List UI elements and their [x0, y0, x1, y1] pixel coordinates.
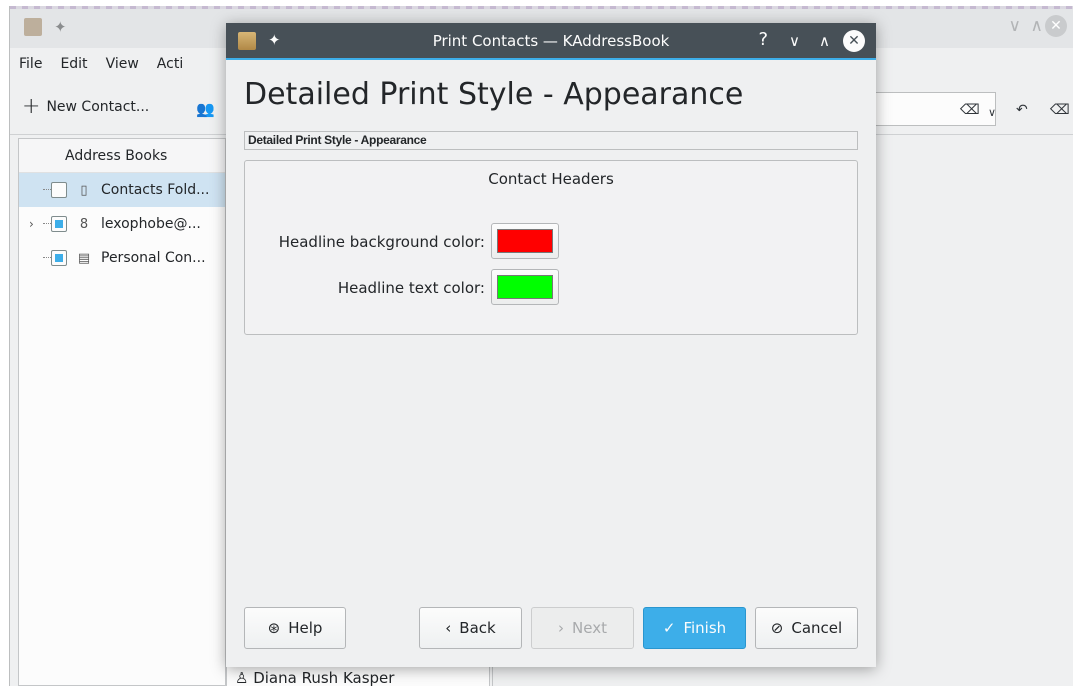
address-book-label: Personal Con...	[101, 250, 206, 266]
headline-text-color-button[interactable]	[491, 269, 559, 305]
address-books-panel: Address Books ▯ Contacts Fold... › 8 lex…	[18, 138, 226, 686]
chevron-left-icon: ‹	[445, 619, 452, 637]
address-book-item[interactable]: › 8 lexophobe@...	[19, 207, 225, 241]
search-dropdown-icon[interactable]: ∨	[988, 106, 996, 119]
undo-icon[interactable]: ↶	[1016, 102, 1028, 118]
finish-button[interactable]: ✓ Finish	[643, 607, 746, 649]
app-icon	[24, 18, 42, 36]
page-subtitle-bar: Detailed Print Style - Appearance	[244, 131, 858, 150]
menu-edit[interactable]: Edit	[51, 50, 96, 78]
clear-search-icon[interactable]: ⌫	[960, 102, 980, 118]
headline-bg-color-button[interactable]	[491, 223, 559, 259]
menu-file[interactable]: File	[10, 50, 51, 78]
help-lifebuoy-icon: ⊛	[267, 619, 281, 637]
expand-arrow-icon[interactable]: ›	[29, 217, 34, 231]
tree-line	[43, 189, 51, 190]
tree-line	[43, 257, 51, 258]
print-contacts-dialog: ✦ Print Contacts — KAddressBook ? ∨ ∧ ✕ …	[226, 23, 876, 667]
tree-line	[43, 223, 51, 224]
help-label: Help	[288, 619, 323, 637]
menu-action[interactable]: Acti	[148, 50, 192, 78]
help-question-icon[interactable]: ?	[758, 29, 768, 50]
headline-bg-color-swatch	[497, 229, 553, 253]
close-icon[interactable]: ✕	[1045, 15, 1067, 37]
checkmark-icon: ✓	[662, 619, 676, 637]
next-label: Next	[572, 619, 607, 637]
dialog-titlebar: ✦ Print Contacts — KAddressBook ? ∨ ∧ ✕	[226, 23, 876, 60]
headline-text-color-label: Headline text color:	[337, 279, 485, 297]
address-book-label: Contacts Fold...	[101, 182, 210, 198]
new-contact-label: New Contact...	[46, 99, 150, 115]
headline-bg-color-label: Headline background color:	[278, 233, 485, 251]
google-icon: 8	[79, 216, 89, 232]
titlebar-accent	[226, 58, 876, 60]
address-book-item[interactable]: ▤ Personal Con...	[19, 241, 225, 275]
dialog-title: Print Contacts — KAddressBook	[432, 32, 670, 50]
headline-text-color-swatch	[497, 275, 553, 299]
cancel-circle-icon: ⊘	[770, 619, 784, 637]
address-book-checkbox[interactable]	[51, 250, 67, 266]
menu-view[interactable]: View	[97, 50, 148, 78]
cancel-button[interactable]: ⊘ Cancel	[755, 607, 858, 649]
contact-headers-group: Contact Headers Headline background colo…	[244, 160, 858, 335]
minimize-icon[interactable]: ∨	[789, 32, 800, 50]
address-book-checkbox[interactable]	[51, 182, 67, 198]
minimize-icon[interactable]: ∨	[1009, 16, 1021, 36]
clear-icon[interactable]: ⌫	[1050, 102, 1070, 118]
titlebar-edge	[10, 6, 1073, 9]
contact-name: Diana Rush Kasper	[253, 669, 395, 686]
help-button[interactable]: ⊛ Help	[244, 607, 346, 649]
close-icon[interactable]: ✕	[843, 30, 865, 52]
folder-icon: ▯	[80, 182, 88, 198]
addressbook-icon: ▤	[77, 250, 91, 266]
maximize-icon[interactable]: ∧	[1031, 16, 1043, 36]
plus-icon: +	[22, 94, 41, 119]
pin-icon[interactable]: ✦	[54, 18, 67, 36]
maximize-icon[interactable]: ∧	[819, 32, 830, 50]
person-icon: ♙	[235, 669, 254, 686]
address-book-item[interactable]: ▯ Contacts Fold...	[19, 173, 225, 207]
group-title: Contact Headers	[488, 170, 614, 188]
contact-list-item[interactable]: ♙ Diana Rush Kasper	[226, 666, 490, 686]
cancel-label: Cancel	[791, 619, 843, 637]
finish-label: Finish	[683, 619, 727, 637]
back-label: Back	[459, 619, 496, 637]
next-button[interactable]: › Next	[531, 607, 634, 649]
new-group-icon[interactable]: 👥	[196, 100, 215, 118]
address-books-header: Address Books	[19, 139, 225, 173]
new-contact-button[interactable]: + New Contact...	[22, 94, 150, 119]
page-title: Detailed Print Style - Appearance	[244, 77, 744, 112]
back-button[interactable]: ‹ Back	[419, 607, 522, 649]
chevron-right-icon: ›	[558, 619, 565, 637]
menubar: File Edit View Acti	[10, 50, 192, 78]
address-book-checkbox[interactable]	[51, 216, 67, 232]
address-book-label: lexophobe@...	[101, 216, 201, 232]
